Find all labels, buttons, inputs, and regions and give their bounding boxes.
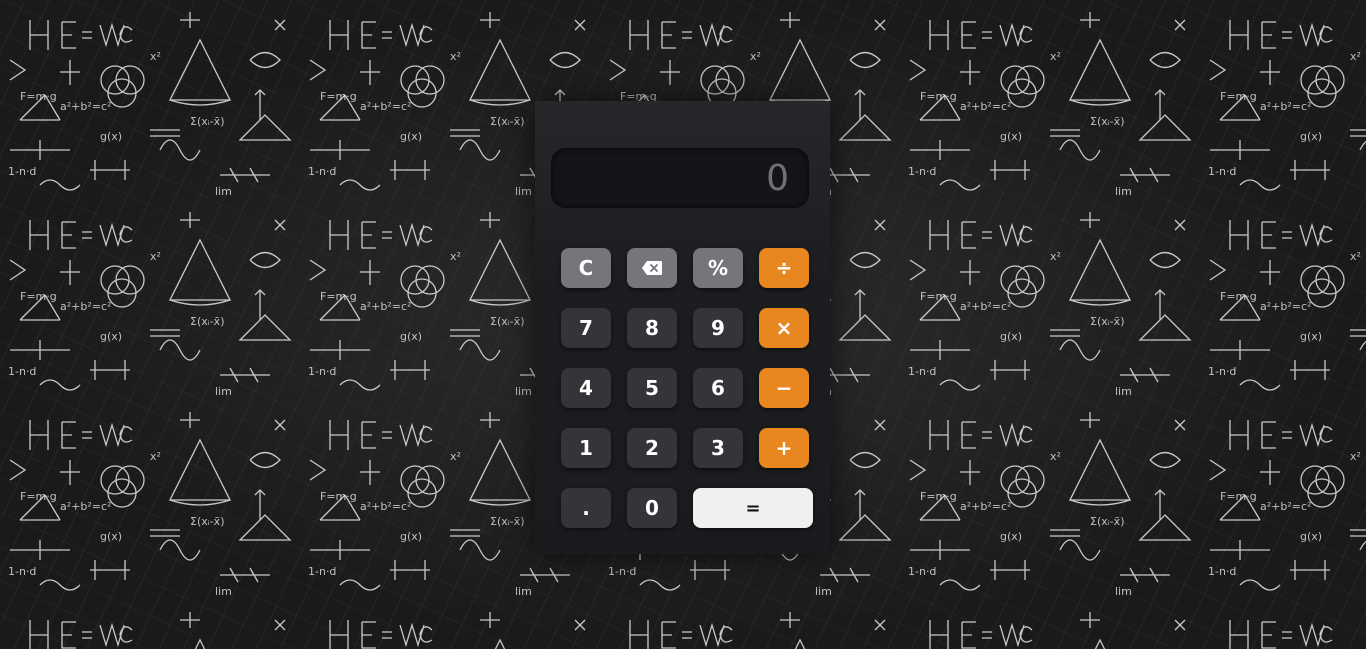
digit-3-button[interactable]: 3 bbox=[693, 428, 743, 468]
multiply-button[interactable]: × bbox=[759, 308, 809, 348]
digit-6-button[interactable]: 6 bbox=[693, 368, 743, 408]
calculator: 0 C % ÷ 7 8 9 × 4 5 6 − 1 2 3 + . 0 = bbox=[535, 101, 830, 554]
clear-button[interactable]: C bbox=[561, 248, 611, 288]
digit-2-button[interactable]: 2 bbox=[627, 428, 677, 468]
digit-0-button[interactable]: 0 bbox=[627, 488, 677, 528]
backspace-button[interactable] bbox=[627, 248, 677, 288]
percent-button[interactable]: % bbox=[693, 248, 743, 288]
digit-4-button[interactable]: 4 bbox=[561, 368, 611, 408]
subtract-button[interactable]: − bbox=[759, 368, 809, 408]
divide-button[interactable]: ÷ bbox=[759, 248, 809, 288]
digit-1-button[interactable]: 1 bbox=[561, 428, 611, 468]
digit-9-button[interactable]: 9 bbox=[693, 308, 743, 348]
decimal-button[interactable]: . bbox=[561, 488, 611, 528]
digit-7-button[interactable]: 7 bbox=[561, 308, 611, 348]
calculator-display: 0 bbox=[551, 148, 809, 208]
digit-5-button[interactable]: 5 bbox=[627, 368, 677, 408]
display-value: 0 bbox=[766, 157, 789, 199]
add-button[interactable]: + bbox=[759, 428, 809, 468]
backspace-icon bbox=[642, 261, 662, 275]
equals-button[interactable]: = bbox=[693, 488, 813, 528]
digit-8-button[interactable]: 8 bbox=[627, 308, 677, 348]
